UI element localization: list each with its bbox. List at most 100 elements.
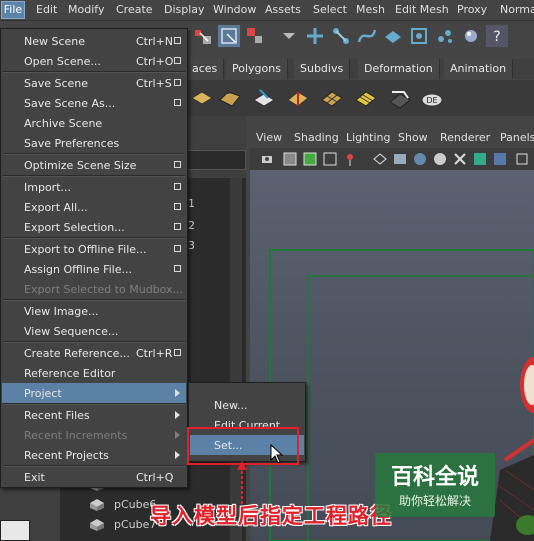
menu-mesh[interactable]: Mesh (356, 3, 385, 16)
pick-mask-curves-icon[interactable] (356, 25, 378, 47)
smooth-shade-icon[interactable] (392, 151, 408, 167)
menu-item-view-sequence[interactable]: View Sequence... (2, 321, 186, 341)
shelf-sweep-surface-icon[interactable] (386, 84, 414, 112)
viewport-menu-shading[interactable]: Shading (294, 131, 339, 144)
textured-icon[interactable] (432, 151, 448, 167)
menu-item-recent-files[interactable]: Recent Files (2, 405, 186, 425)
menu-item-view-image[interactable]: View Image... (2, 301, 186, 321)
menu-item-save-scene-as[interactable]: Save Scene As... (2, 93, 186, 113)
resolution-gate-icon[interactable] (322, 151, 338, 167)
select-by-object-icon[interactable] (218, 25, 240, 47)
viewport-menubar: View Shading Lighting Show Renderer Pane… (250, 128, 534, 148)
grid-toggle-icon[interactable] (282, 151, 298, 167)
menu-item-reference-editor[interactable]: Reference Editor (2, 363, 186, 383)
menu-item-shortcut: Ctrl+R (136, 347, 173, 360)
menu-select[interactable]: Select (313, 3, 347, 16)
viewport-toolbar (250, 148, 534, 170)
tab-polygons[interactable]: Polygons (226, 59, 288, 79)
shelf-trim-icon[interactable] (284, 84, 312, 112)
menu-edit[interactable]: Edit (36, 3, 57, 16)
tab-animation[interactable]: Animation (444, 59, 514, 79)
tool-box-button[interactable] (0, 520, 30, 541)
menu-item-new-scene[interactable]: New Scene Ctrl+N (2, 31, 186, 51)
menu-display[interactable]: Display (164, 3, 205, 16)
pin-icon[interactable] (342, 151, 358, 167)
menu-item-export-selection[interactable]: Export Selection... (2, 217, 186, 237)
menu-item-import[interactable]: Import... (2, 177, 186, 197)
option-box-icon[interactable] (174, 99, 181, 106)
option-box-icon[interactable] (174, 265, 181, 272)
menu-item-optimize-scene-size[interactable]: Optimize Scene Size (2, 155, 186, 175)
menu-item-recent-projects[interactable]: Recent Projects (2, 445, 186, 465)
option-box-icon[interactable] (174, 223, 181, 230)
xray-icon[interactable] (452, 151, 468, 167)
option-box-icon[interactable] (174, 245, 181, 252)
menu-item-label: View Image... (24, 305, 99, 318)
menu-item-label: Save Preferences (24, 137, 120, 150)
tab-surfaces[interactable]: aces (186, 59, 225, 79)
option-box-icon[interactable] (174, 79, 181, 86)
pick-mask-rendering-icon[interactable] (460, 25, 482, 47)
menu-modify[interactable]: Modify (68, 3, 104, 16)
selection-mask-dropdown-icon[interactable] (278, 25, 300, 47)
submenu-arrow-icon (175, 411, 180, 419)
menu-file[interactable]: File (1, 1, 25, 19)
tab-subdivs[interactable]: Subdivs (294, 59, 351, 79)
isolate-icon[interactable] (514, 151, 530, 167)
viewport-menu-lighting[interactable]: Lighting (346, 131, 390, 144)
shelf-surface-edit-icon[interactable] (250, 84, 278, 112)
shelf-disc-tool-icon[interactable]: DE (418, 84, 446, 112)
watermark-logo: 百科全说 助你轻松解决 (375, 453, 495, 517)
viewport-menu-show[interactable]: Show (398, 131, 428, 144)
menu-assets[interactable]: Assets (265, 3, 301, 16)
viewport-menu-renderer[interactable]: Renderer (440, 131, 490, 144)
menu-create[interactable]: Create (116, 3, 153, 16)
option-box-icon[interactable] (174, 57, 181, 64)
film-gate-icon[interactable] (302, 151, 318, 167)
select-by-component-icon[interactable] (244, 25, 266, 47)
camera-icon[interactable] (260, 151, 276, 167)
menu-item-open-scene[interactable]: Open Scene... Ctrl+O (2, 51, 186, 71)
submenu-arrow-icon (175, 451, 180, 459)
lights-icon[interactable] (472, 151, 488, 167)
shadows-icon[interactable] (492, 151, 508, 167)
option-box-icon[interactable] (174, 203, 181, 210)
pick-mask-handles-icon[interactable] (304, 25, 326, 47)
shaded-sphere-icon[interactable] (412, 151, 428, 167)
pick-mask-joints-icon[interactable] (330, 25, 352, 47)
shelf-patch-icon[interactable] (216, 84, 244, 112)
viewport-menu-view[interactable]: View (256, 131, 282, 144)
menu-item-assign-offline-file[interactable]: Assign Offline File... (2, 259, 186, 279)
shelf-stripe-surface-icon[interactable] (352, 84, 380, 112)
menu-normal[interactable]: Normal (500, 3, 534, 16)
pick-mask-dynamics-icon[interactable] (434, 25, 456, 47)
option-box-icon[interactable] (174, 161, 181, 168)
help-question-icon[interactable]: ? (486, 25, 508, 47)
menu-item-exit[interactable]: Exit Ctrl+Q (2, 467, 186, 487)
viewport-menu-panels[interactable]: Panels (500, 131, 534, 144)
row-number-1: 1 (188, 197, 195, 210)
menu-item-export-all[interactable]: Export All... (2, 197, 186, 217)
option-box-icon[interactable] (174, 183, 181, 190)
menu-edit-mesh[interactable]: Edit Mesh (395, 3, 449, 16)
submenu-item-new[interactable]: New... (190, 395, 304, 415)
wireframe-icon[interactable] (372, 151, 388, 167)
menu-window[interactable]: Window (213, 3, 256, 16)
main-menubar: File Edit Modify Create Display Window A… (0, 0, 534, 21)
option-box-icon[interactable] (174, 349, 181, 356)
option-box-icon[interactable] (174, 37, 181, 44)
pick-mask-surfaces-icon[interactable] (382, 25, 404, 47)
pick-mask-deformations-icon[interactable] (408, 25, 430, 47)
tab-deformation[interactable]: Deformation (358, 59, 440, 79)
menu-item-save-scene[interactable]: Save Scene Ctrl+S (2, 73, 186, 93)
outliner-search-field[interactable] (186, 150, 246, 170)
shelf-plane-icon[interactable] (188, 84, 216, 112)
menu-item-export-offline-file[interactable]: Export to Offline File... (2, 239, 186, 259)
menu-item-archive-scene[interactable]: Archive Scene (2, 113, 186, 133)
shelf-grid-surface-icon[interactable] (318, 84, 346, 112)
select-by-hierarchy-icon[interactable] (192, 25, 214, 47)
menu-item-save-preferences[interactable]: Save Preferences (2, 133, 186, 153)
menu-proxy[interactable]: Proxy (457, 3, 487, 16)
menu-item-project[interactable]: Project (2, 383, 186, 403)
menu-item-create-reference[interactable]: Create Reference... Ctrl+R (2, 343, 186, 363)
